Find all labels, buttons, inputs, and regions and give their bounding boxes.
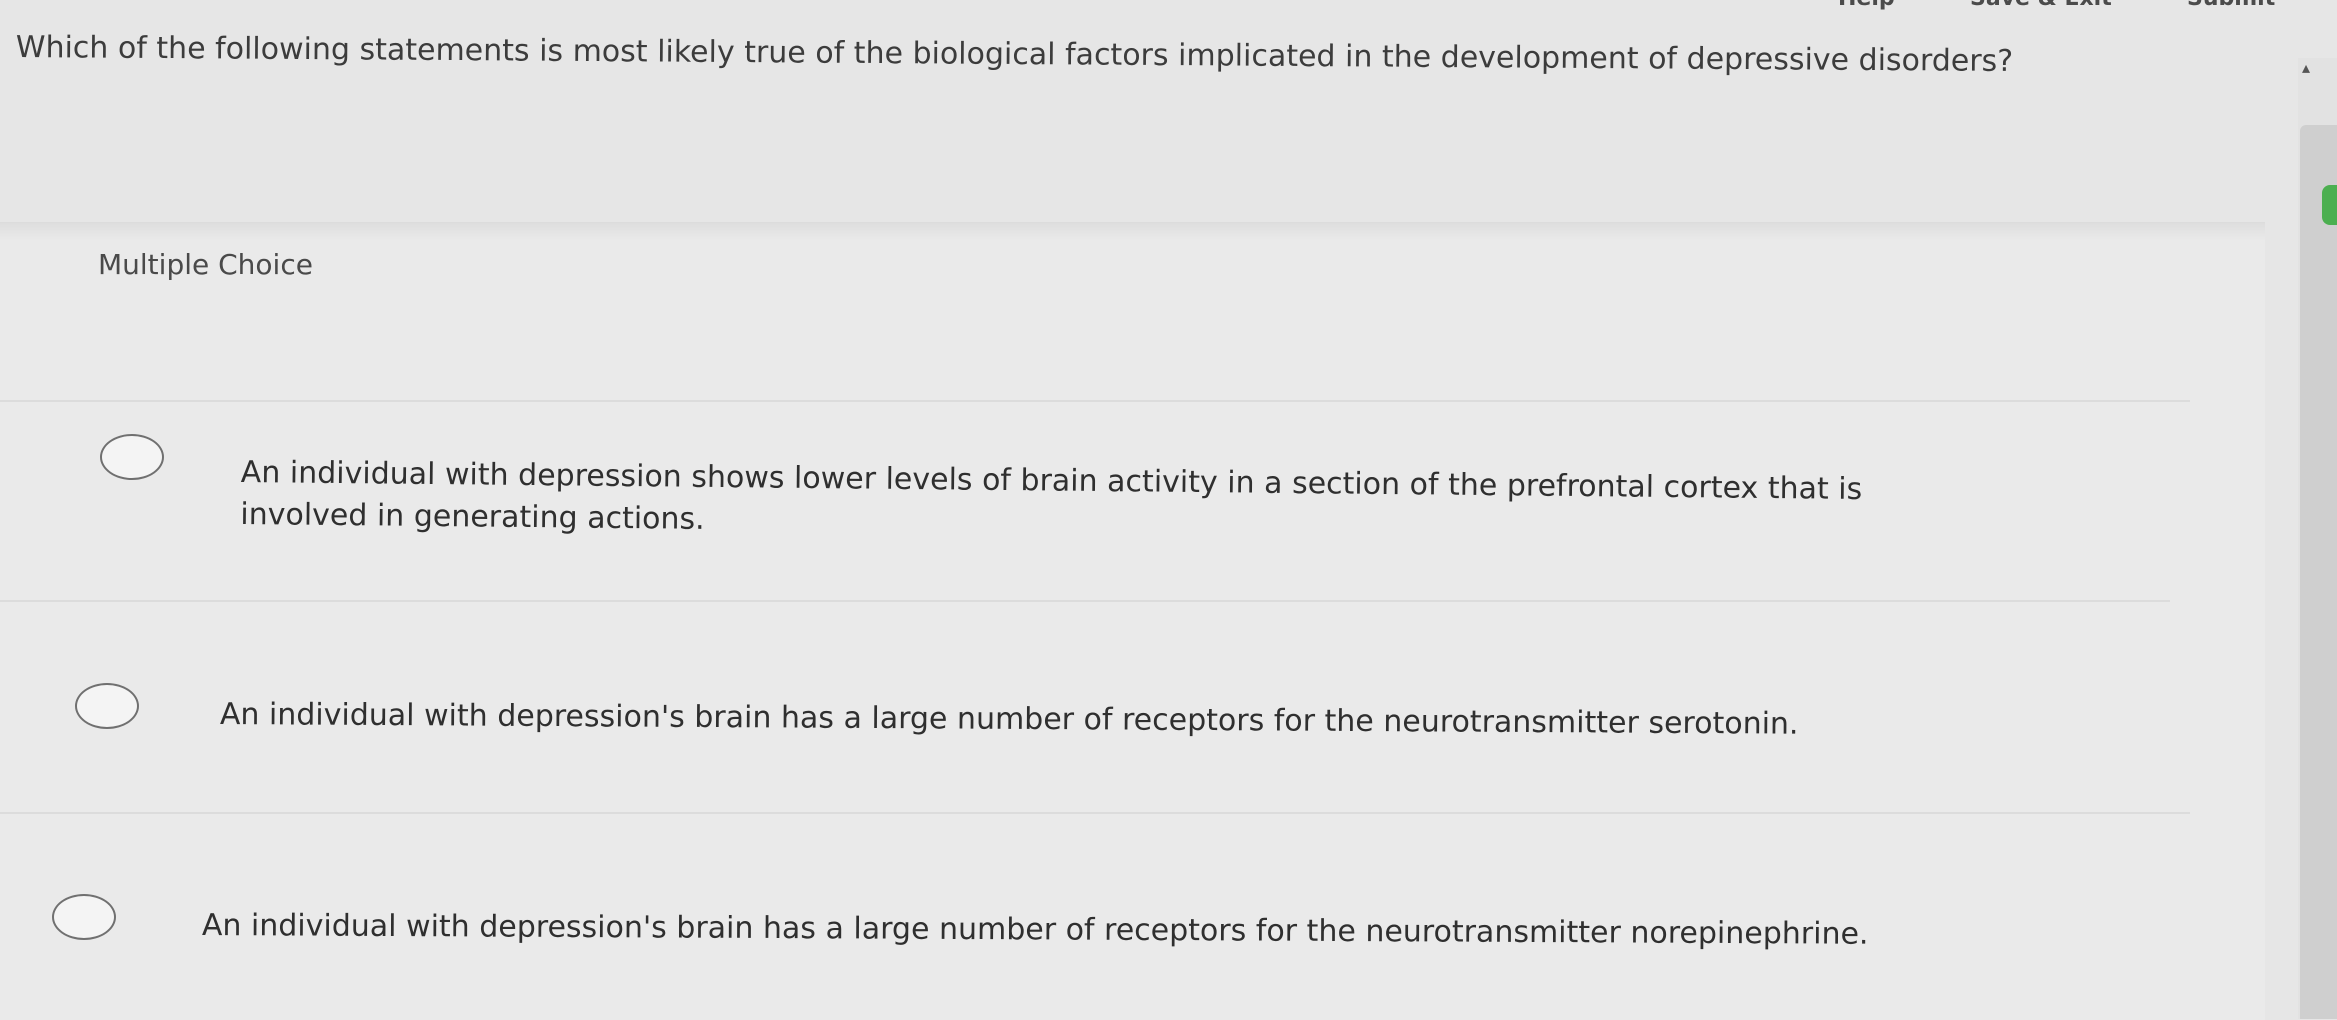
scrollbar-thumb[interactable] (2300, 125, 2337, 1019)
answer-panel (0, 222, 2265, 1020)
question-text: Which of the following statements is mos… (15, 29, 2014, 79)
top-toolbar: Help Save & Exit Submit (0, 0, 2337, 14)
help-link[interactable]: Help (1838, 0, 1895, 11)
answer-type-label: Multiple Choice (98, 248, 313, 281)
option-text: An individual with depression shows lowe… (240, 454, 1863, 537)
side-tab[interactable] (2322, 185, 2337, 225)
radio-button-icon[interactable] (52, 894, 116, 940)
submit-button[interactable]: Submit (2187, 0, 2275, 11)
chevron-up-icon[interactable]: ▴ (2302, 58, 2310, 77)
divider (0, 600, 2170, 602)
save-exit-button[interactable]: Save & Exit (1970, 0, 2112, 11)
radio-button-icon[interactable] (75, 683, 139, 729)
divider (0, 400, 2190, 402)
radio-button-icon[interactable] (100, 434, 164, 480)
divider (0, 812, 2190, 814)
